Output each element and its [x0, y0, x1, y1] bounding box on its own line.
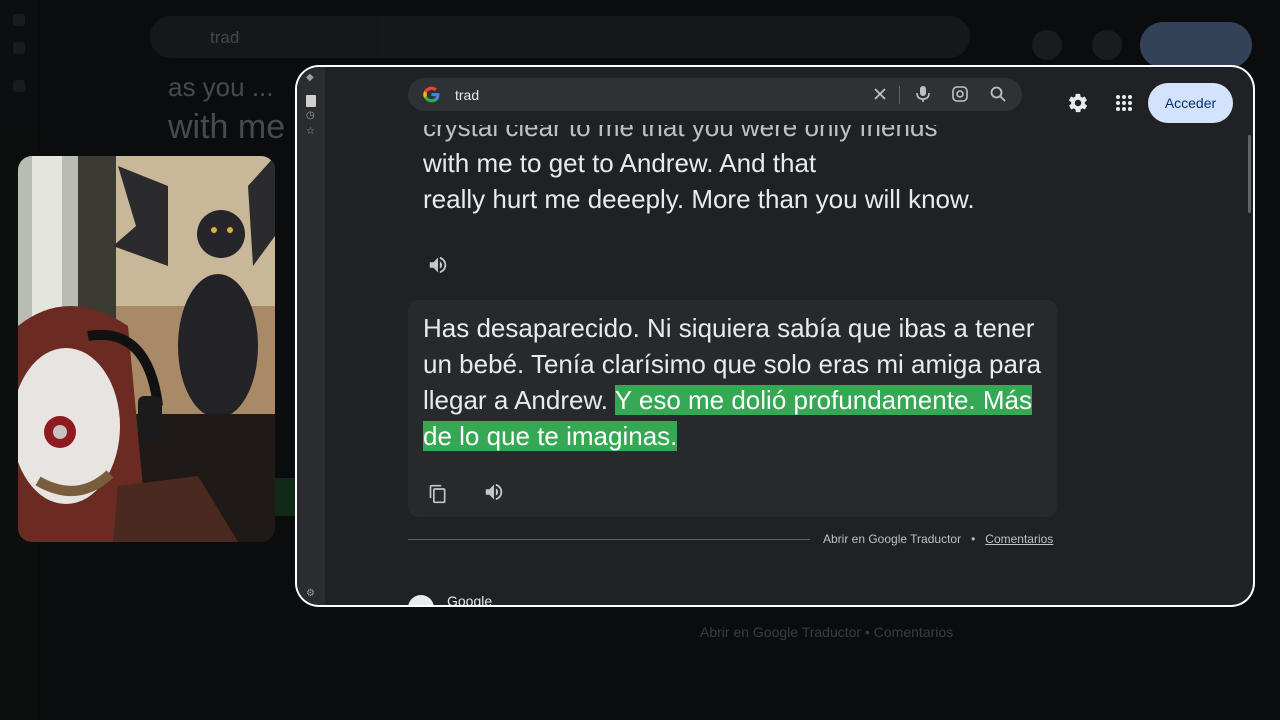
background-footer: Abrir en Google Traductor • Comentarios: [700, 624, 954, 640]
settings-small-icon[interactable]: ⚙: [306, 589, 316, 599]
translation-card: Has desaparecido. Ni siquiera sabía que …: [408, 300, 1057, 517]
footer-separator: •: [971, 532, 976, 546]
source-text: crystal clear to me that you were only f…: [423, 109, 1043, 217]
side-panel: ◆ ◷ ☆ ⚙: [297, 67, 325, 605]
search-bar[interactable]: trad: [408, 78, 1022, 111]
lens-icon[interactable]: [950, 84, 970, 104]
source-line: with me to get to Andrew. And that: [423, 148, 817, 178]
background-sidebar-icon: [13, 42, 25, 54]
scrollbar[interactable]: [1248, 135, 1251, 213]
apps-grid-icon[interactable]: [1112, 91, 1136, 115]
background-signin-button: [1140, 22, 1252, 68]
clear-icon[interactable]: [870, 84, 890, 104]
extension-icon[interactable]: ◆: [306, 73, 316, 83]
search-icon[interactable]: [988, 84, 1008, 104]
translation-speaker-icon[interactable]: [483, 481, 505, 503]
background-settings-icon: [1032, 30, 1062, 60]
background-text: with me: [168, 108, 286, 146]
footer-links: Abrir en Google Traductor • Comentarios: [823, 532, 1053, 546]
background-search-value: trad: [210, 28, 240, 47]
search-input[interactable]: trad: [455, 87, 479, 103]
google-logo-icon: [423, 86, 440, 103]
background-search-bar: trad: [150, 16, 970, 58]
scroll-mask: [408, 111, 1048, 125]
source-speaker-icon[interactable]: [427, 254, 449, 276]
browser-window: ◆ ◷ ☆ ⚙ trad Acceder crystal clear to me…: [297, 67, 1253, 605]
document-icon[interactable]: [306, 95, 316, 107]
result-source-name[interactable]: Google: [447, 593, 492, 605]
google-favicon-icon: [408, 595, 434, 605]
feedback-link[interactable]: Comentarios: [985, 532, 1053, 546]
background-apps-icon: [1092, 30, 1122, 60]
background-text: as you ...: [168, 72, 274, 102]
signin-button[interactable]: Acceder: [1148, 83, 1233, 123]
history-icon[interactable]: ◷: [306, 111, 316, 121]
background-sidebar-icon: [13, 14, 25, 26]
background-sidebar-icon: [13, 80, 25, 92]
webcam-video-image: [18, 156, 275, 542]
search-divider: [899, 86, 900, 104]
open-translate-link[interactable]: Abrir en Google Traductor: [823, 532, 961, 546]
footer-divider: [408, 539, 810, 540]
source-line: really hurt me deeeply. More than you wi…: [423, 184, 975, 214]
webcam-overlay: [18, 156, 275, 542]
star-icon[interactable]: ☆: [306, 127, 316, 137]
translation-text[interactable]: Has desaparecido. Ni siquiera sabía que …: [423, 310, 1048, 454]
microphone-icon[interactable]: [913, 84, 933, 104]
copy-icon[interactable]: [428, 484, 448, 504]
gear-icon[interactable]: [1066, 91, 1090, 115]
